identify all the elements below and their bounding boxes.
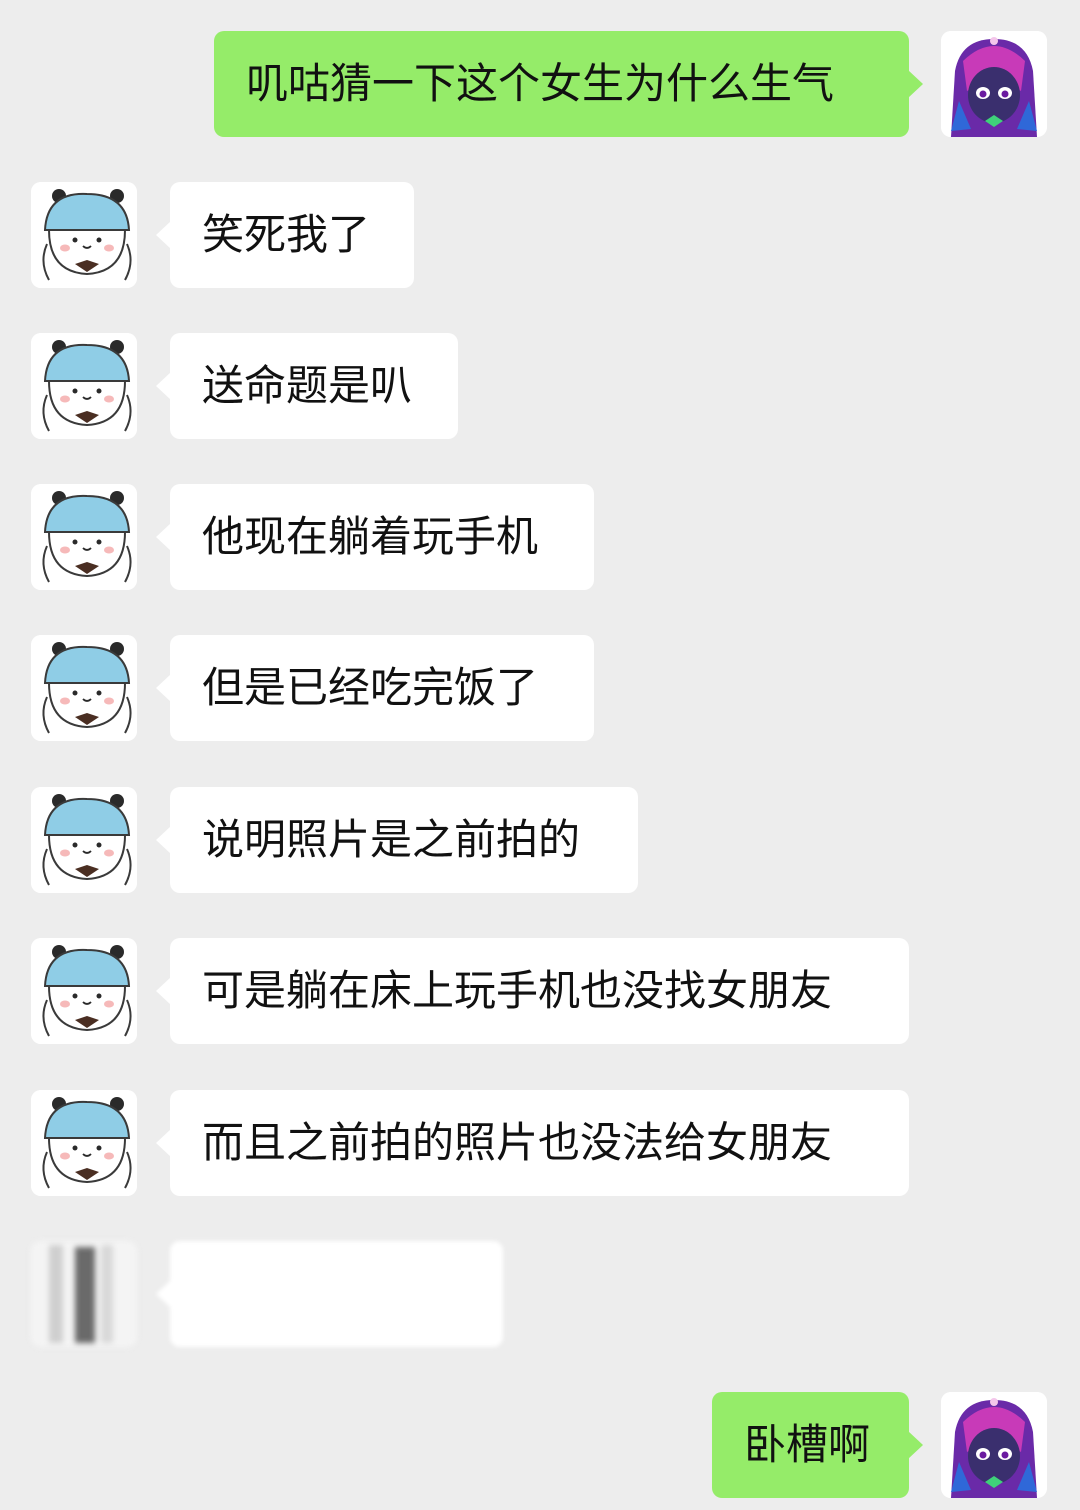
message-text: 而且之前拍的照片也没法给女朋友 <box>202 1118 833 1167</box>
message-text: 叽咕猜一下这个女生为什么生气 <box>246 59 835 108</box>
blue-hat-bear-avatar-icon[interactable] <box>31 787 137 893</box>
outgoing-message-bubble[interactable]: 卧槽啊 <box>712 1392 923 1498</box>
message-text: 说明照片是之前拍的 <box>202 815 581 864</box>
purple-anime-avatar-icon[interactable] <box>941 31 1047 137</box>
message-text: 可是躺在床上玩手机也没找女朋友 <box>202 966 833 1015</box>
blue-hat-bear-avatar-icon[interactable] <box>31 938 137 1044</box>
blue-hat-bear-avatar-icon[interactable] <box>31 635 137 741</box>
message-text: 笑死我了 <box>202 210 371 259</box>
incoming-message-bubble[interactable]: 送命题是叭 <box>156 333 458 439</box>
incoming-message-bubble[interactable]: 而且之前拍的照片也没法给女朋友 <box>156 1090 909 1196</box>
blue-hat-bear-avatar-icon[interactable] <box>31 333 137 439</box>
blue-hat-bear-avatar-icon[interactable] <box>31 484 137 590</box>
incoming-message-bubble[interactable]: 笑死我了 <box>156 182 414 288</box>
message-text: 卧槽啊 <box>744 1420 871 1469</box>
blurred-message-bubble[interactable] <box>156 1241 503 1347</box>
purple-anime-avatar-icon[interactable] <box>941 1392 1047 1498</box>
blue-hat-bear-avatar-icon[interactable] <box>31 1090 137 1196</box>
incoming-message-bubble[interactable]: 但是已经吃完饭了 <box>156 635 594 741</box>
incoming-message-bubble[interactable]: 可是躺在床上玩手机也没找女朋友 <box>156 938 909 1044</box>
incoming-message-bubble[interactable]: 他现在躺着玩手机 <box>156 484 594 590</box>
blue-hat-bear-avatar-icon[interactable] <box>31 182 137 288</box>
blurred-avatar-icon[interactable] <box>31 1241 137 1347</box>
message-text: 但是已经吃完饭了 <box>202 663 539 712</box>
outgoing-message-bubble[interactable]: 叽咕猜一下这个女生为什么生气 <box>214 31 923 137</box>
message-text: 他现在躺着玩手机 <box>202 512 539 561</box>
message-text: 送命题是叭 <box>202 361 413 410</box>
incoming-message-bubble[interactable]: 说明照片是之前拍的 <box>156 787 638 893</box>
